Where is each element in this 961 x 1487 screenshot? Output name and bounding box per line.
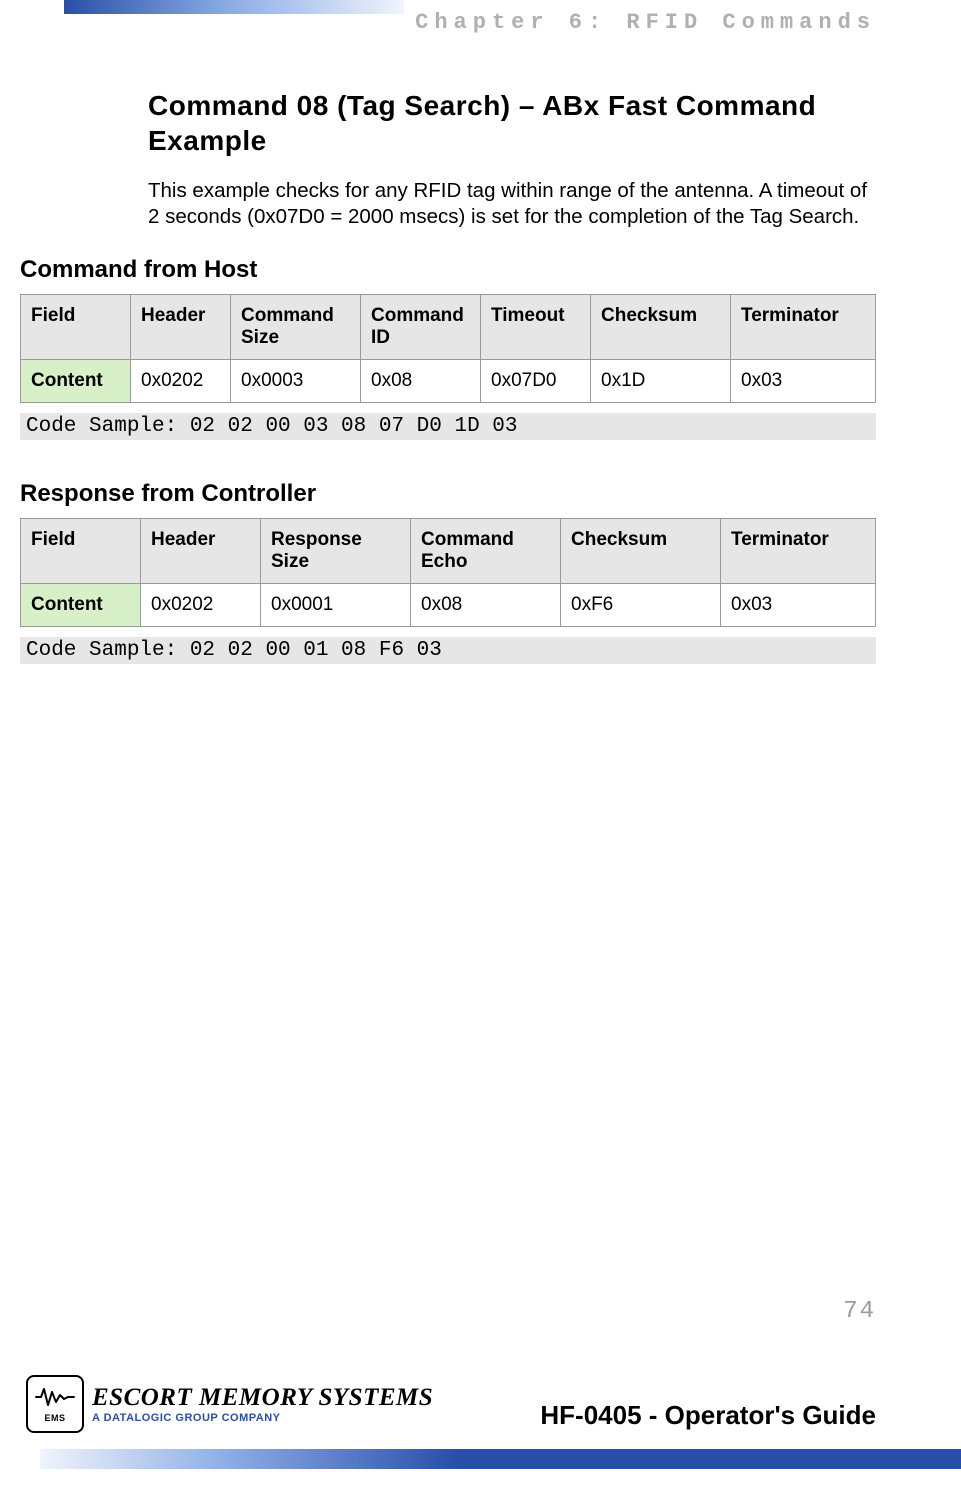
spacer <box>20 440 876 480</box>
col-checksum: Checksum <box>561 519 721 584</box>
logo-text: ESCORT MEMORY SYSTEMS A DATALOGIC GROUP … <box>92 1384 433 1424</box>
table-row: Content 0x0202 0x0003 0x08 0x07D0 0x1D 0… <box>21 360 876 403</box>
page-number: 74 <box>843 1298 876 1325</box>
col-command-id: Command ID <box>361 295 481 360</box>
response-from-controller-heading: Response from Controller <box>20 480 876 508</box>
command-from-host-table: Field Header Command Size Command ID Tim… <box>20 294 876 403</box>
content-area: Command 08 (Tag Search) – ABx Fast Comma… <box>20 88 876 664</box>
top-gradient-bar <box>64 0 404 14</box>
table-header-row: Field Header Command Size Command ID Tim… <box>21 295 876 360</box>
footer-guide-title: HF-0405 - Operator's Guide <box>540 1400 876 1431</box>
col-field: Field <box>21 295 131 360</box>
cell-header-value: 0x0202 <box>141 584 261 627</box>
col-header: Header <box>141 519 261 584</box>
cell-response-size-value: 0x0001 <box>261 584 411 627</box>
cell-command-echo-value: 0x08 <box>411 584 561 627</box>
cell-command-id-value: 0x08 <box>361 360 481 403</box>
cell-timeout-value: 0x07D0 <box>481 360 591 403</box>
col-terminator: Terminator <box>731 295 876 360</box>
cell-checksum-value: 0xF6 <box>561 584 721 627</box>
cell-header-value: 0x0202 <box>131 360 231 403</box>
company-name: ESCORT MEMORY SYSTEMS <box>92 1384 433 1412</box>
company-tagline: A DATALOGIC GROUP COMPANY <box>92 1412 433 1424</box>
chapter-header: Chapter 6: RFID Commands <box>415 10 876 35</box>
col-field: Field <box>21 519 141 584</box>
row-content-label: Content <box>21 584 141 627</box>
response-code-sample: Code Sample: 02 02 00 01 08 F6 03 <box>20 637 876 664</box>
footer-logo: EMS ESCORT MEMORY SYSTEMS A DATALOGIC GR… <box>26 1375 433 1433</box>
page-root: Chapter 6: RFID Commands Command 08 (Tag… <box>0 0 961 1487</box>
footer-gradient-bar <box>40 1449 961 1469</box>
table-header-row: Field Header Response Size Command Echo … <box>21 519 876 584</box>
col-response-size: Response Size <box>261 519 411 584</box>
logo-abbrev: EMS <box>44 1413 65 1423</box>
col-command-echo: Command Echo <box>411 519 561 584</box>
cell-checksum-value: 0x1D <box>591 360 731 403</box>
intro-paragraph: This example checks for any RFID tag wit… <box>148 178 876 230</box>
row-content-label: Content <box>21 360 131 403</box>
col-timeout: Timeout <box>481 295 591 360</box>
logo-badge-icon: EMS <box>26 1375 84 1433</box>
col-checksum: Checksum <box>591 295 731 360</box>
col-header: Header <box>131 295 231 360</box>
col-command-size: Command Size <box>231 295 361 360</box>
waveform-icon <box>35 1386 75 1413</box>
col-terminator: Terminator <box>721 519 876 584</box>
cell-terminator-value: 0x03 <box>721 584 876 627</box>
section-title: Command 08 (Tag Search) – ABx Fast Comma… <box>148 88 876 158</box>
response-from-controller-table: Field Header Response Size Command Echo … <box>20 518 876 627</box>
command-code-sample: Code Sample: 02 02 00 03 08 07 D0 1D 03 <box>20 413 876 440</box>
cell-command-size-value: 0x0003 <box>231 360 361 403</box>
footer: EMS ESCORT MEMORY SYSTEMS A DATALOGIC GR… <box>26 1347 961 1487</box>
command-from-host-heading: Command from Host <box>20 256 876 284</box>
cell-terminator-value: 0x03 <box>731 360 876 403</box>
table-row: Content 0x0202 0x0001 0x08 0xF6 0x03 <box>21 584 876 627</box>
